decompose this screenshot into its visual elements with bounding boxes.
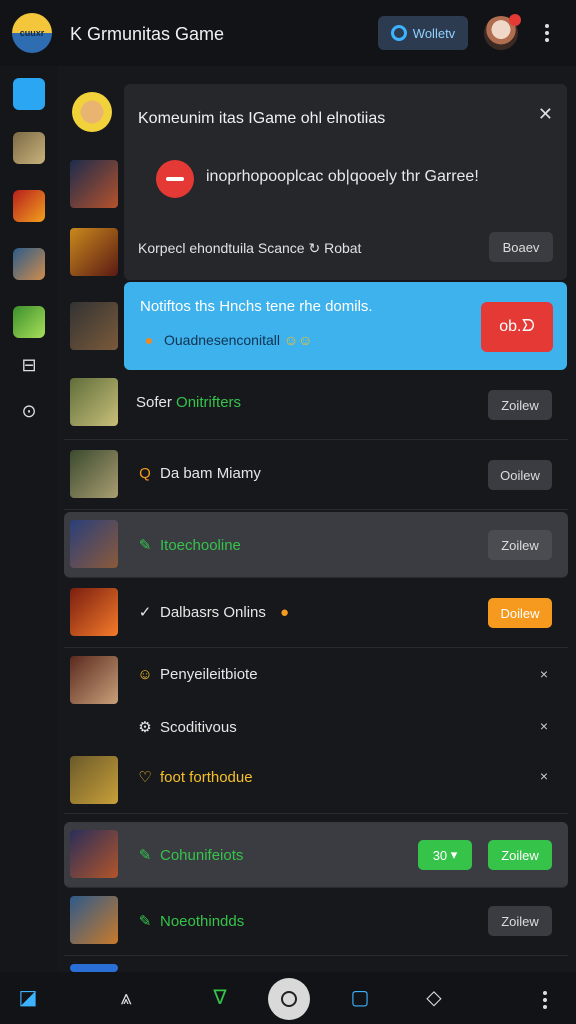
app-title: K Grmunitas Game (70, 24, 225, 44)
app-logo[interactable]: cuuxr (12, 13, 52, 53)
rail-game-4-icon[interactable] (13, 306, 45, 338)
game-thumb (70, 450, 118, 498)
follow-button[interactable]: Zoilew (488, 840, 552, 870)
rail-home-icon[interactable] (13, 78, 45, 110)
row-label: Noeothindds (160, 913, 245, 930)
game-thumb (70, 964, 118, 972)
more-menu-icon[interactable] (544, 24, 550, 42)
rail-game-1-icon[interactable] (13, 132, 45, 164)
dismiss-icon[interactable]: × (540, 666, 548, 682)
game-thumb (70, 520, 118, 568)
community-banner: Komeunim itas IGame ohl elnotiias ✕ inop… (124, 84, 567, 280)
banner-footer: Korpecl ehondtuila Scance ↻ Robat (138, 240, 362, 256)
row-label: Penyeileitbiote (160, 666, 258, 683)
chevron-down-icon: ▾ (447, 847, 458, 862)
promo-title: Notiftos ths Hnchs tene rhe domils. (140, 298, 373, 315)
list-item[interactable]: Sofer Onitrifters Zoilew (64, 370, 568, 440)
row-label: foot forthodue (160, 769, 253, 786)
dismiss-icon[interactable]: × (540, 718, 548, 734)
emoji-icon: ☺☺ (283, 332, 313, 348)
check-icon: ✓ (138, 604, 152, 621)
banner-avatar (72, 92, 112, 132)
follow-button[interactable]: Ooilew (488, 460, 552, 490)
dismiss-icon[interactable]: × (540, 768, 548, 784)
row-label: Cohunifeiots (160, 847, 244, 864)
dropdown-circle-icon[interactable]: ⊙ (18, 400, 40, 422)
promo-card: Notiftos ths Hnchs tene rhe domils. ● Oua… (124, 282, 567, 370)
app-nav-icon[interactable]: ◪ (16, 986, 40, 1010)
edit-icon: ✎ (138, 537, 152, 554)
game-thumb (70, 228, 118, 276)
square-icon[interactable]: ▢ (348, 986, 372, 1010)
game-thumb (70, 160, 118, 208)
game-thumb (70, 756, 118, 804)
left-rail: ⊟ ⊙ (0, 66, 58, 972)
nav-more-icon[interactable] (542, 991, 548, 1009)
follow-button[interactable]: Doilew (488, 598, 552, 628)
list-item[interactable]: ✎ Noeothindds Zoilew (64, 888, 568, 956)
settings-icon: ⚙ (138, 719, 152, 736)
game-thumb (70, 378, 118, 426)
list-item[interactable]: Q Da bam Miamy Ooilew (64, 440, 568, 510)
emoji-icon: ● (280, 604, 290, 621)
down-arrow-icon[interactable]: ∇ (208, 986, 232, 1010)
rail-game-2-icon[interactable] (13, 190, 45, 222)
emoji-icon: ● (144, 332, 154, 348)
banner-title: Komeunim itas IGame ohl elnotiias (138, 110, 386, 127)
heart-icon: ♡ (138, 769, 152, 786)
list-group: ☺ Penyeileitbiote × ⚙ Scoditivous × ♡ foot … (64, 648, 568, 814)
follow-button[interactable]: Zoilew (488, 390, 552, 420)
follow-button[interactable]: Zoilew (488, 906, 552, 936)
game-thumb (70, 656, 118, 704)
wallet-label: Wolletv (412, 25, 456, 41)
edit-icon: ✎ (138, 913, 152, 930)
game-thumb (70, 896, 118, 944)
count-dropdown[interactable]: 30 ▾ (418, 840, 472, 870)
search-icon: Q (139, 465, 151, 482)
bottom-nav: ◪ ⩓ ∇ ▢ ◇ (0, 972, 576, 1024)
row-label: Da bam Miamy (160, 465, 261, 482)
follow-button[interactable]: Zoilew (488, 530, 552, 560)
notification-badge (509, 14, 521, 26)
list-item[interactable]: ✎ Itoechooline Zoilew (64, 512, 568, 578)
row-label: Dalbasrs Onlins (160, 604, 266, 621)
bot-icon[interactable]: ⊟ (18, 354, 40, 376)
alert-icon (156, 160, 194, 198)
row-label-suffix: Onitrifters (176, 394, 242, 411)
promo-action-button[interactable]: ob.ᗤ (481, 302, 553, 352)
emoji-icon: ☺ (137, 666, 153, 683)
game-thumb (70, 302, 118, 350)
close-icon[interactable]: ✕ (538, 104, 553, 125)
list-item[interactable]: ✓ Dalbasrs Onlins ● Doilew (64, 578, 568, 648)
wallet-button[interactable]: Wolletv (378, 16, 468, 50)
top-app-bar: cuuxr K Grmunitas Game Wolletv (0, 0, 576, 66)
game-thumb (70, 830, 118, 878)
row-label: Scoditivous (160, 719, 237, 736)
mountains-icon[interactable]: ⩓ (114, 986, 138, 1010)
game-thumb (70, 588, 118, 636)
promo-subtitle: ● Ouadnesenconitall ☺☺ (140, 332, 313, 348)
banner-message: inoprhopooplcac ob|qooely thr Garree! (206, 168, 479, 185)
row-label: Itoechooline (160, 537, 241, 554)
banner-action-button[interactable]: Boaev (489, 232, 553, 262)
refresh-icon: ↻ (308, 240, 325, 256)
diamond-icon[interactable]: ◇ (422, 986, 446, 1010)
home-button[interactable] (268, 978, 310, 1020)
wallet-icon (390, 25, 407, 41)
rail-game-3-icon[interactable] (13, 248, 45, 280)
list-item[interactable]: ✎ Cohunifeiots 30 ▾ Zoilew (64, 822, 568, 888)
row-label: Sofer (136, 394, 172, 411)
edit-icon: ✎ (138, 847, 152, 864)
